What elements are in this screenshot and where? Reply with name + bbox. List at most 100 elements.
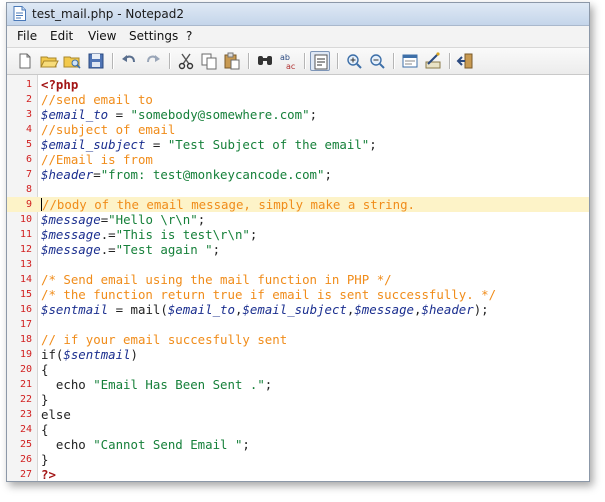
code-line[interactable]: 1 <?php [7,77,589,92]
code-line[interactable]: 19 if($sentmail) [7,347,589,362]
code-token: "Cannot Send Email " [93,437,243,452]
code-line[interactable]: 6 //Email is from [7,152,589,167]
code-line[interactable]: 16 $sentmail = mail($email_to, $email_subj… [7,302,589,317]
code-text: $message.="Test again "; [41,242,220,257]
code-line[interactable]: 27 ?> [7,467,589,481]
code-token: ; [264,377,273,392]
scheme-icon[interactable] [400,51,420,71]
menu-edit[interactable]: Edit [50,29,73,43]
code-line[interactable]: 5 $email_subject = "Test Subject of the e… [7,137,589,152]
customize-icon[interactable] [423,51,443,71]
code-line[interactable]: 18 // if your email succesfully sent [7,332,589,347]
line-number: 25 [19,439,32,450]
svg-text:ac: ac [286,62,295,71]
code-editor[interactable]: 1 <?php 2 //send email to 3 $email_to = "some… [7,75,589,481]
code-line[interactable]: 21 echo "Email Has Been Sent ."; [7,377,589,392]
code-line[interactable]: 24 { [7,422,589,437]
code-token: $email_to [167,302,235,317]
code-text: //send email to [41,92,153,107]
line-number: 16 [19,304,32,315]
code-line[interactable]: 7 $header="from: test@monkeycancode.com"; [7,167,589,182]
browse-icon[interactable] [62,51,82,71]
code-line[interactable]: 12 $message.="Test again "; [7,242,589,257]
code-line[interactable]: 20 { [7,362,589,377]
title-bar[interactable]: test_mail.php - Notepad2 [7,3,589,26]
code-line[interactable]: 22} [7,392,589,407]
copy-icon[interactable] [199,51,219,71]
code-text: $message="Hello \r\n"; [41,212,205,227]
code-text: $email_subject = "Test Subject of the em… [41,137,377,152]
code-line[interactable]: 10 $message="Hello \r\n"; [7,212,589,227]
code-line[interactable]: 23 else [7,407,589,422]
code-line[interactable]: 26} [7,452,589,467]
code-token: $message [354,302,415,317]
window-title: test_mail.php - Notepad2 [32,7,184,21]
code-line[interactable]: 4 //subject of email [7,122,589,137]
code-line[interactable]: 25 echo "Cannot Send Email "; [7,437,589,452]
code-line[interactable]: 8 [7,182,589,197]
code-token: "This is test\r\n" [115,227,250,242]
menu-view[interactable]: View [88,29,116,43]
code-line[interactable]: 3 $email_to = "somebody@somewhere.com"; [7,107,589,122]
svg-text:ab: ab [280,53,290,62]
code-token: = [93,167,101,182]
code-token: .= [100,242,116,257]
code-token: //subject of email [41,122,176,137]
exit-icon[interactable] [456,51,476,71]
menu-settings[interactable]: Settings [129,29,178,43]
code-token: ; [369,137,377,152]
zoom-out-icon[interactable] [367,51,387,71]
open-icon[interactable] [39,51,59,71]
code-token: $sentmail [63,347,131,362]
code-line[interactable]: 17 [7,317,589,332]
paste-icon[interactable] [222,51,242,71]
code-token: <?php [41,77,79,92]
code-token: "Hello \r\n" [108,212,198,227]
code-token: $email_subject [242,302,347,317]
menu-help[interactable]: ? [186,29,192,43]
code-token: echo [41,437,94,452]
line-number: 22 [19,394,32,405]
menu-file[interactable]: File [17,29,37,43]
line-number: 19 [19,349,32,360]
word-wrap-icon[interactable] [310,51,330,71]
line-number: 14 [19,274,32,285]
code-text: //body of the email message, simply make… [41,197,415,212]
code-line[interactable]: 13 [7,257,589,272]
toolbar-separator [337,53,339,69]
code-line[interactable]: 2 //send email to [7,92,589,107]
save-icon[interactable] [86,51,106,71]
toolbar-separator [304,53,306,69]
zoom-in-icon[interactable] [344,51,364,71]
code-token: } [41,452,49,467]
code-text: $sentmail = mail($email_to, $email_subjec… [41,302,489,317]
undo-icon[interactable] [119,51,139,71]
toolbar-separator [169,53,171,69]
code-token: ; [242,437,250,452]
code-text: /* the function return true if email is … [41,287,496,302]
toolbar-separator [248,53,250,69]
code-token: //body of the email message, simply make… [42,197,415,212]
code-line[interactable]: 15 /* the function return true if email i… [7,287,589,302]
code-line[interactable]: 9 //body of the email message, simply mak… [7,197,589,212]
code-text: } [41,452,48,467]
find-icon[interactable] [255,51,275,71]
line-number: 15 [19,289,32,300]
code-token: "from: test@monkeycancode.com" [100,167,325,182]
code-line[interactable]: 14 /* Send email using the mail function … [7,272,589,287]
cut-icon[interactable] [176,51,196,71]
code-line[interactable]: 11 $message.="This is test\r\n"; [7,227,589,242]
redo-icon[interactable] [143,51,163,71]
code-token: //send email to [41,92,153,107]
code-token: ) [130,347,138,362]
code-token: .= [100,227,116,242]
replace-icon[interactable]: ab ac [278,51,298,71]
code-token: "somebody@somewhere.com" [130,107,310,122]
line-number: 17 [19,319,32,330]
new-file-icon[interactable] [15,51,35,71]
code-text: { [41,422,48,437]
code-token: } [41,392,49,407]
code-text: $message.="This is test\r\n"; [41,227,257,242]
line-number: 6 [25,154,32,165]
code-token: echo [41,377,94,392]
